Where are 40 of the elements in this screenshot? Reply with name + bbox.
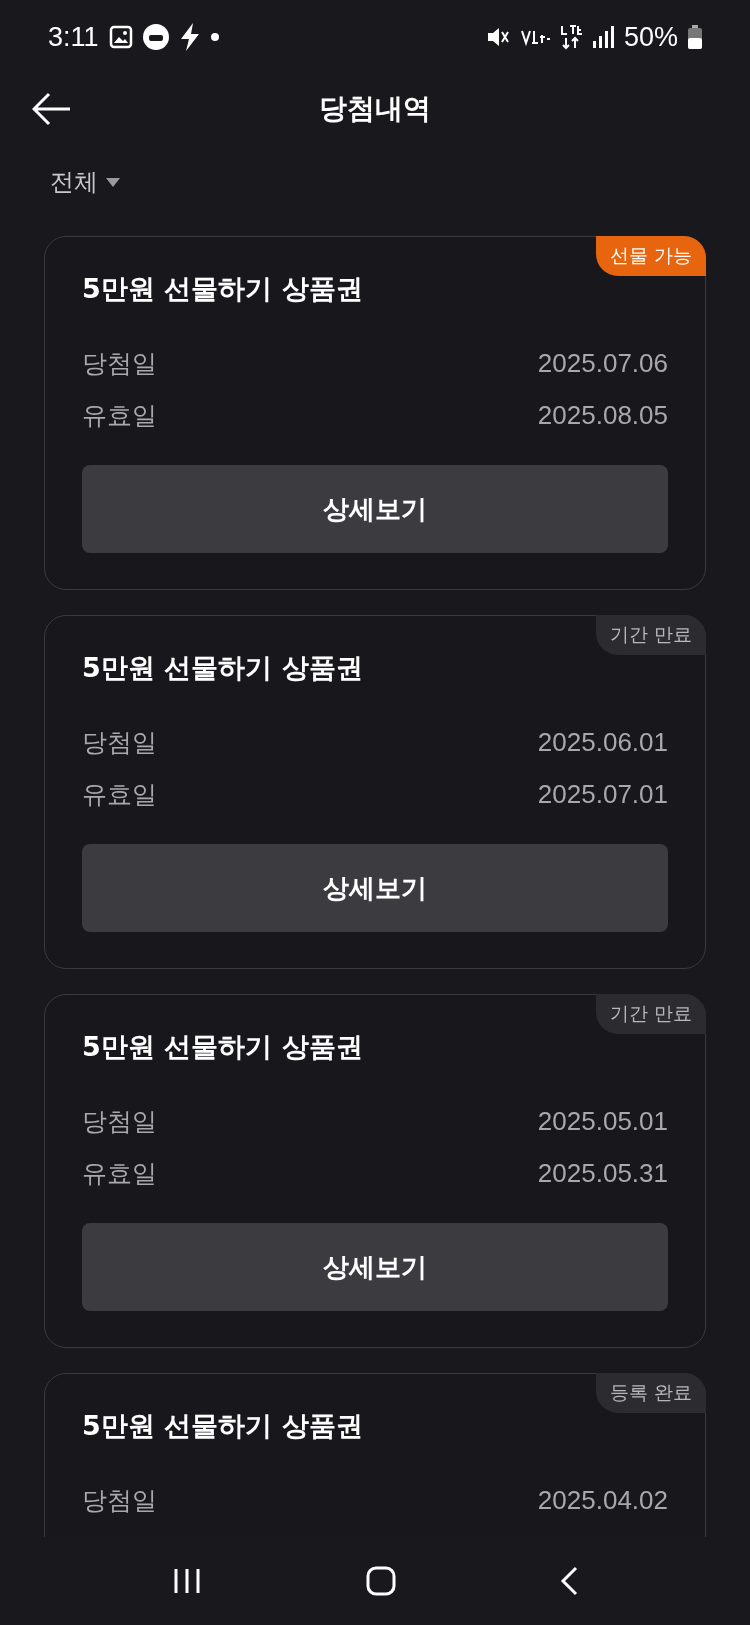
battery-percent: 50% [623,21,678,53]
row-label: 유효일 [82,1157,157,1190]
lightning-icon [178,23,201,51]
status-badge: 기간 만료 [595,994,706,1034]
card-title: 5만원 선물하기 상품권 [82,1409,364,1443]
row-label: 당첨일 [82,1484,157,1517]
status-badge: 기간 만료 [595,615,706,655]
signal-icon [591,26,614,48]
row-date: 2025.08.05 [537,399,668,431]
card-title: 5만원 선물하기 상품권 [82,651,364,685]
image-icon [108,25,133,49]
row-date: 2025.07.01 [537,778,668,810]
mute-icon [485,25,510,49]
row-label: 당첨일 [82,347,157,380]
details-button[interactable]: 상세보기 [82,844,668,932]
details-button[interactable]: 상세보기 [82,1223,668,1311]
row-date: 2025.06.01 [537,726,668,758]
row-date: 2025.04.02 [537,1484,668,1516]
caret-icon [106,177,120,187]
status-time: 3:11 [48,21,99,53]
row-label: 당첨일 [82,1105,157,1138]
row-label: 유효일 [82,778,157,811]
card-title: 5만원 선물하기 상품권 [82,272,364,306]
row-date: 2025.05.31 [537,1157,668,1189]
dot-icon [210,33,219,41]
status-badge: 등록 완료 [595,1373,706,1413]
back-icon[interactable] [32,92,72,126]
details-button[interactable]: 상세보기 [82,465,668,553]
page-title: 당첨내역 [319,91,431,127]
status-badge: 선물 가능 [595,236,706,276]
back-nav-icon[interactable] [560,1566,578,1596]
row-date: 2025.07.06 [537,347,668,379]
battery-icon [688,25,702,49]
filter-dropdown[interactable]: 전체 [50,166,120,198]
card-title: 5만원 선물하기 상품권 [82,1030,364,1064]
row-label: 유효일 [82,399,157,432]
row-date: 2025.05.01 [537,1105,668,1137]
home-icon[interactable] [366,1566,396,1596]
recent-apps-icon[interactable] [172,1567,202,1595]
row-label: 당첨일 [82,726,157,759]
